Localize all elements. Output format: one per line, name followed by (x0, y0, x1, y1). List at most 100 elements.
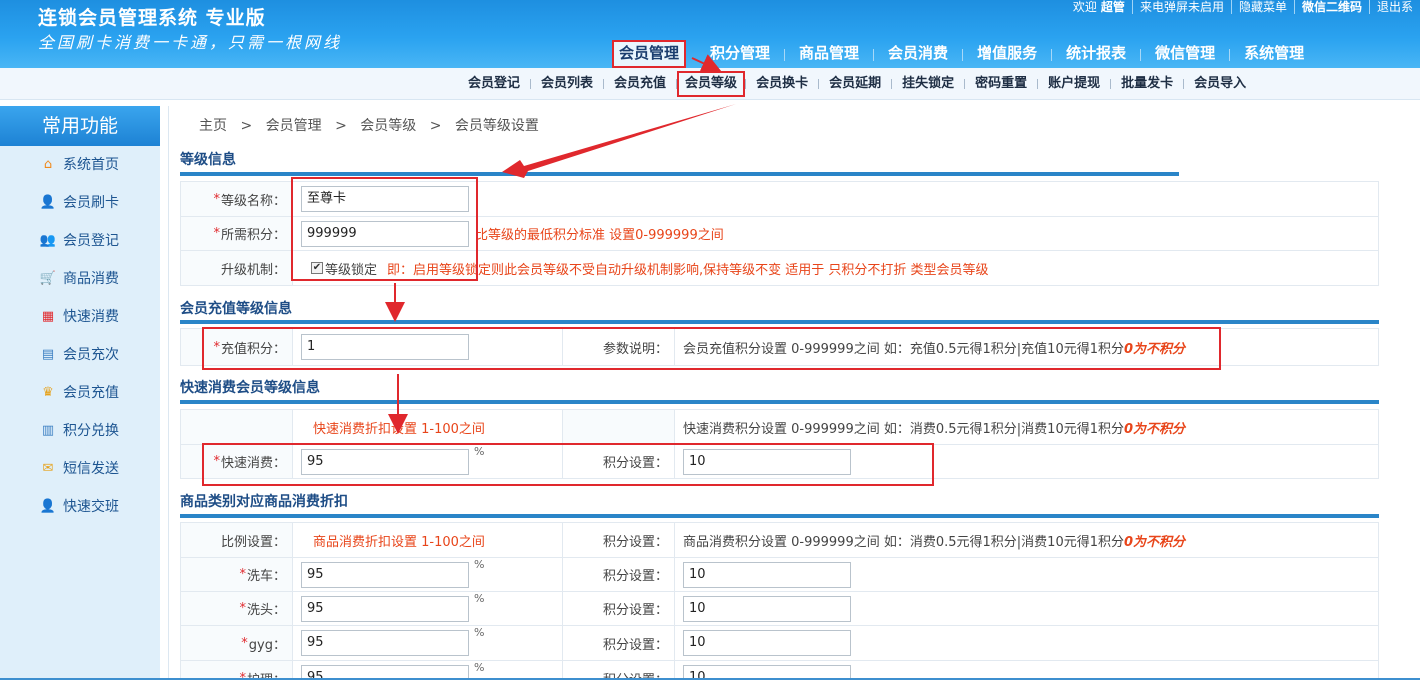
quick-desc: 快速消费积分设置 0-999999之间 如：消费0.5元得1积分|消费10元得1… (683, 421, 1124, 437)
sidebar-item-times[interactable]: ▤ 会员充次 (0, 336, 160, 374)
main-nav-reports[interactable]: 统计报表 (1052, 40, 1140, 68)
goods-points-input[interactable]: 10 (683, 630, 851, 656)
table-row: * 护理： 95 % 积分设置： 10 (180, 660, 1379, 680)
main-nav-wechat[interactable]: 微信管理 (1141, 40, 1229, 68)
points-input[interactable]: 999999 (301, 220, 469, 247)
sidebar-item-shift[interactable]: 👤 快速交班 (0, 488, 160, 526)
breadcrumb-home[interactable]: 主页 (199, 118, 227, 134)
row-level-name: * 等级名称： 至尊卡 (180, 181, 1379, 217)
goods-discount-input[interactable]: 95 (301, 630, 469, 656)
app-window: { "header": { "brand": "连锁会员管理系统 专业版", "… (0, 0, 1420, 680)
subnav-import[interactable]: 会员导入 (1184, 68, 1256, 100)
hide-menu-link[interactable]: 隐藏菜单 (1230, 0, 1294, 14)
quick-discount-input[interactable]: 95 (301, 448, 469, 475)
breadcrumb-level[interactable]: 会员等级 (360, 118, 416, 134)
breadcrumb-member[interactable]: 会员管理 (266, 118, 322, 134)
row-quick-hint: 快速消费折扣设置 1-100之间 快速消费积分设置 0-999999之间 如：消… (180, 409, 1379, 445)
sub-nav: 会员登记 会员列表 会员充值 会员等级 会员换卡 会员延期 挂失锁定 密码重置 … (0, 68, 1420, 100)
recharge-points-input[interactable]: 1 (301, 334, 469, 360)
row-recharge: * 充值积分： 1 参数说明： 会员充值积分设置 0-999999之间 如：充值0… (180, 328, 1379, 366)
sidebar-item-swipe[interactable]: 👤 会员刷卡 (0, 184, 160, 222)
goods-discount-input[interactable]: 95 (301, 561, 469, 588)
subnav-extend[interactable]: 会员延期 (819, 68, 891, 100)
row-goods-ratio: 比例设置： 商品消费折扣设置 1-100之间 积分设置： 商品消费积分设置 0-… (180, 522, 1379, 558)
section-title-recharge: 会员充值等级信息 (180, 301, 292, 317)
subnav-list[interactable]: 会员列表 (531, 68, 603, 100)
sidebar-item-register[interactable]: 👥 会员登记 (0, 222, 160, 260)
breadcrumb: 主页 > 会员管理 > 会员等级 > 会员等级设置 (199, 118, 539, 134)
recharge-desc: 会员充值积分设置 0-999999之间 如：充值0.5元得1积分|充值10元得1… (683, 341, 1124, 357)
sidebar-item-goods[interactable]: 🛒 商品消费 (0, 260, 160, 298)
level-name-input[interactable]: 至尊卡 (301, 186, 469, 212)
quick-emph: 0为不积分 (1124, 421, 1186, 437)
logout-link[interactable]: 退出系 (1368, 0, 1420, 14)
subnav-change-card[interactable]: 会员换卡 (746, 68, 818, 100)
subnav-register[interactable]: 会员登记 (458, 68, 530, 100)
quick-points-input[interactable]: 10 (683, 448, 851, 475)
chart-icon: ▦ (41, 309, 55, 324)
section-bar (180, 400, 1379, 404)
sidebar-item-exchange[interactable]: ▥ 积分兑换 (0, 412, 160, 450)
sidebar-item-sms[interactable]: ✉ 短信发送 (0, 450, 160, 488)
subnav-recharge[interactable]: 会员充值 (604, 68, 676, 100)
caller-popup-link[interactable]: 来电弹屏未启用 (1131, 0, 1231, 14)
goods-emph: 0为不积分 (1124, 534, 1186, 550)
param-label: 参数说明： (602, 341, 668, 357)
ratio-hint: 商品消费折扣设置 1-100之间 (313, 534, 485, 550)
subnav-withdraw[interactable]: 账户提现 (1038, 68, 1110, 100)
section-title-quick: 快速消费会员等级信息 (180, 380, 320, 396)
sidebar-title: 常用功能 (0, 106, 160, 146)
goods-points-input[interactable]: 10 (683, 561, 851, 588)
main-nav: 会员管理 积分管理 商品管理 会员消费 增值服务 统计报表 微信管理 系统管理 (612, 40, 1318, 68)
subnav-level[interactable]: 会员等级 (677, 71, 746, 97)
goods-discount-input[interactable]: 95 (301, 595, 469, 622)
sidebar-item-home[interactable]: ⌂ 系统首页 (0, 146, 160, 184)
section-bar (180, 320, 1379, 324)
gift-icon: ▥ (41, 423, 55, 438)
recharge-emph: 0为不积分 (1124, 341, 1186, 357)
points-label: 所需积分： (220, 228, 286, 243)
upgrade-label: 升级机制： (220, 262, 286, 278)
brand-slogan: 全国刷卡消费一卡通，只需一根网线 (38, 33, 343, 52)
main-nav-system[interactable]: 系统管理 (1230, 40, 1318, 68)
section-title-goods: 商品类别对应商品消费折扣 (180, 494, 348, 510)
wechat-qr-link[interactable]: 微信二维码 (1293, 0, 1369, 14)
row-quick: * 快速消费： 95 % 积分设置： 10 (180, 444, 1379, 479)
sidebar-item-recharge[interactable]: ♛ 会员充值 (0, 374, 160, 412)
user-name[interactable]: 超管 (1101, 0, 1125, 14)
cart-icon: 🛒 (39, 271, 57, 286)
main-nav-points[interactable]: 积分管理 (696, 40, 784, 68)
crown-icon: ♛ (42, 385, 54, 400)
subnav-password-reset[interactable]: 密码重置 (965, 68, 1037, 100)
lock-checkbox[interactable]: ✔ (311, 262, 323, 274)
lock-label[interactable]: 等级锁定 (325, 259, 377, 278)
main-nav-member[interactable]: 会员管理 (612, 40, 687, 68)
users-icon: 👥 (39, 233, 57, 248)
top-links: 欢迎 超管 来电弹屏未启用 隐藏菜单 微信二维码 退出系 (1066, 0, 1420, 14)
ratio-label: 比例设置： (220, 534, 286, 550)
table-row: * gyg： 95 % 积分设置： 10 (180, 625, 1379, 661)
goods-points-input[interactable]: 10 (683, 595, 851, 622)
mail-icon: ✉ (42, 461, 54, 476)
sidebar-item-quick[interactable]: ▦ 快速消费 (0, 298, 160, 336)
table-row: * 洗头： 95 % 积分设置： 10 (180, 591, 1379, 626)
sidebar: 常用功能 ⌂ 系统首页 👤 会员刷卡 👥 会员登记 🛒 商品消费 ▦ 快速消费 ▤ 会员充次… (0, 106, 160, 680)
app-header: 连锁会员管理系统 专业版 全国刷卡消费一卡通，只需一根网线 欢迎 超管 来电弹屏未… (0, 0, 1420, 68)
quick-label: 快速消费： (220, 456, 286, 471)
level-name-label: 等级名称： (220, 193, 286, 209)
section-title-level: 等级信息 (180, 152, 236, 168)
row-points: * 所需积分： 999999 比等级的最低积分标准 设置0-999999之间 (180, 216, 1379, 251)
main-nav-goods[interactable]: 商品管理 (785, 40, 873, 68)
goods-points-header: 积分设置： (602, 534, 668, 550)
subnav-batch-card[interactable]: 批量发卡 (1111, 68, 1183, 100)
breadcrumb-current: 会员等级设置 (454, 118, 539, 134)
section-bar (180, 172, 1179, 176)
quick-hint: 快速消费折扣设置 1-100之间 (313, 421, 485, 437)
main-content: 主页 > 会员管理 > 会员等级 > 会员等级设置 等级信息 * 等级名称： 至尊… (168, 106, 1420, 680)
main-nav-value-added[interactable]: 增值服务 (963, 40, 1051, 68)
main-nav-consume[interactable]: 会员消费 (874, 40, 962, 68)
user-card-icon: 👤 (39, 195, 57, 210)
subnav-lock[interactable]: 挂失锁定 (892, 68, 964, 100)
home-icon: ⌂ (43, 157, 53, 172)
welcome-text: 欢迎 超管 (1072, 0, 1125, 14)
